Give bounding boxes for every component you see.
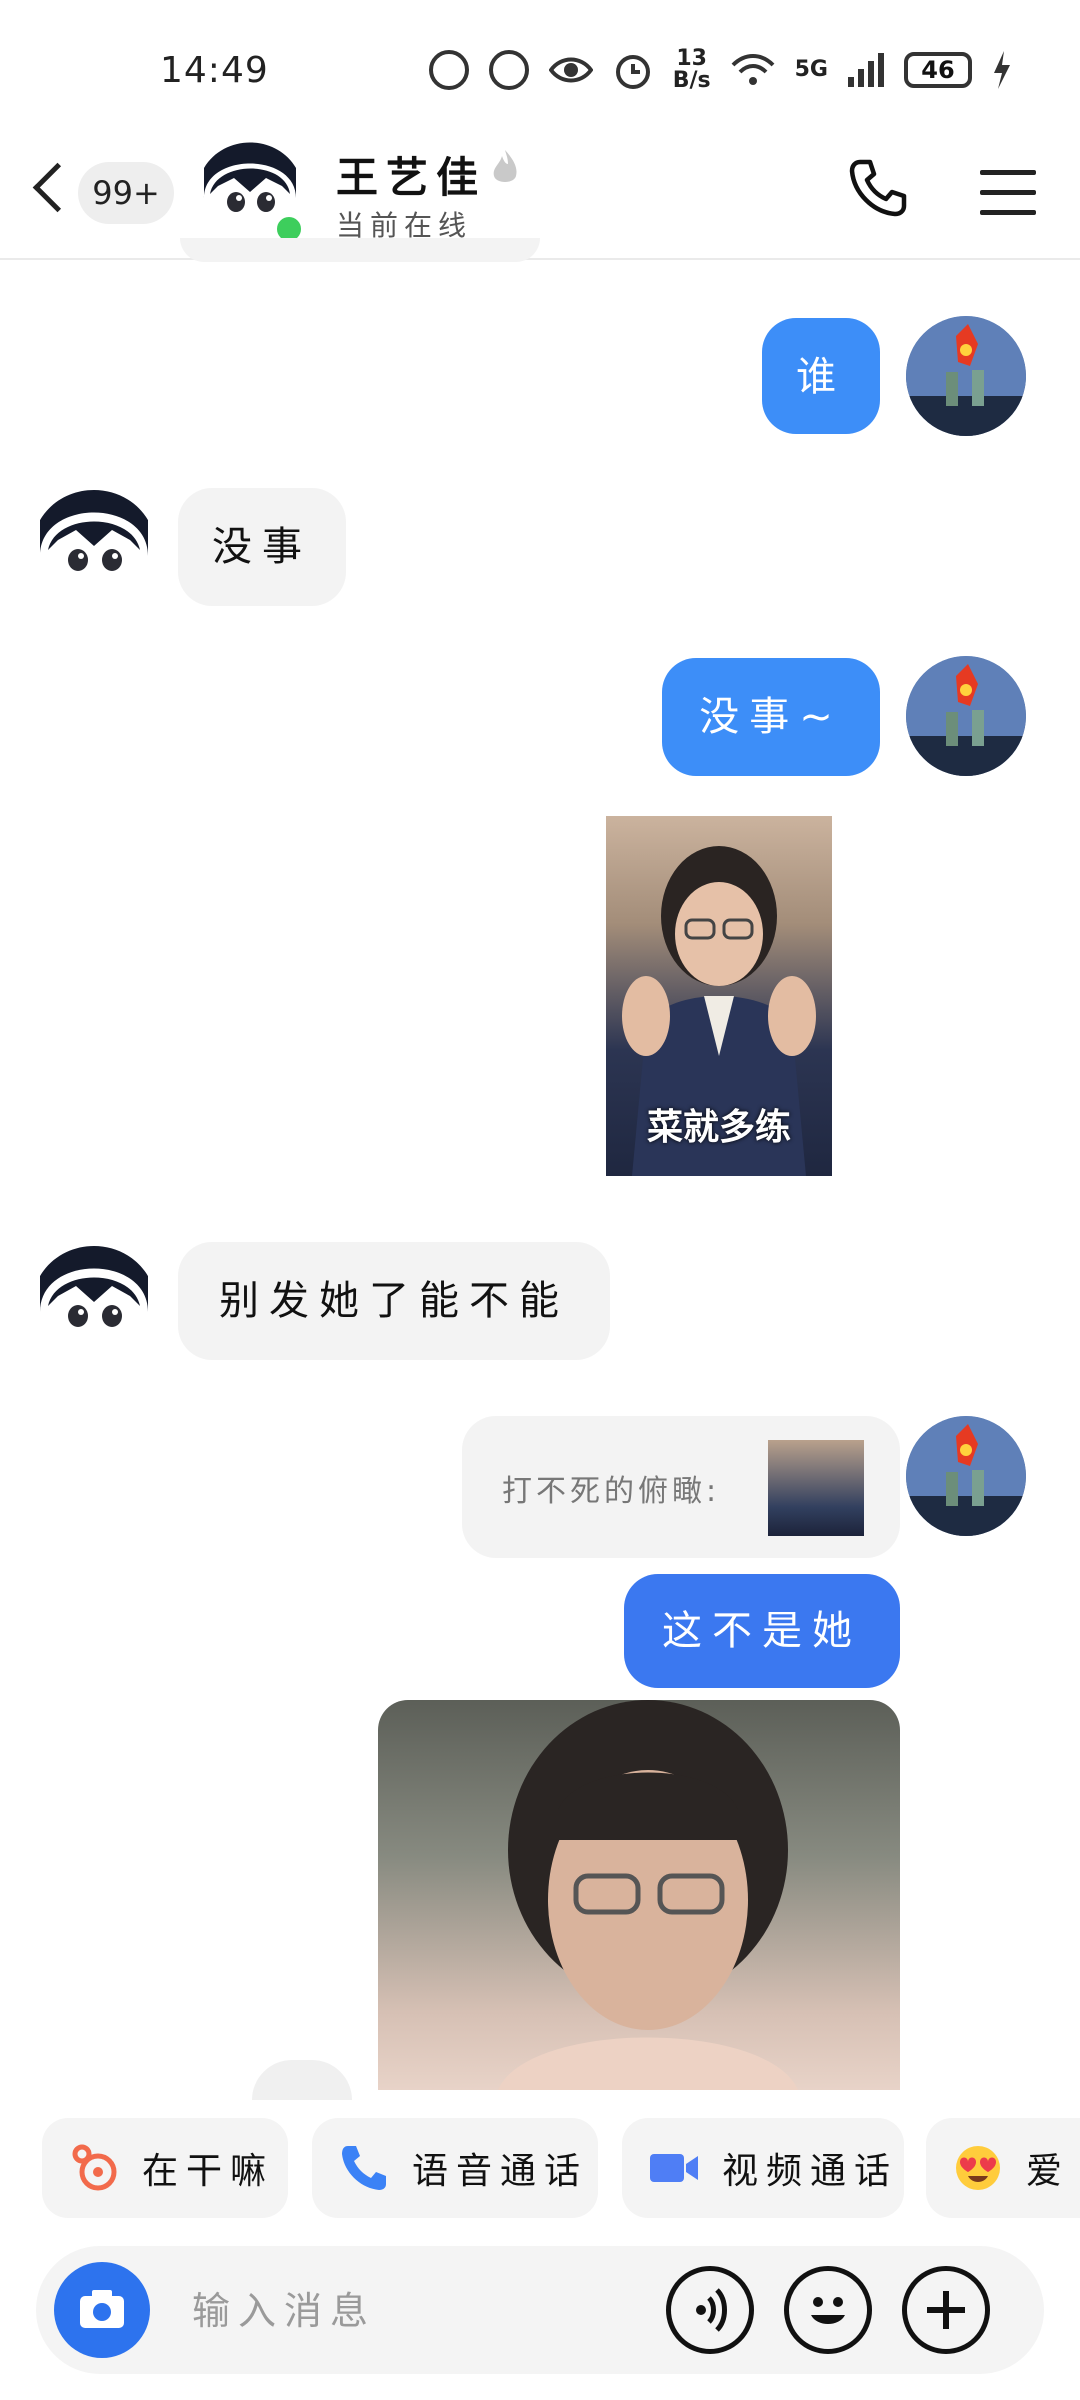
message-bubble-incoming[interactable]: 没事 [178, 488, 346, 606]
video-person-illustration [498, 1700, 798, 2090]
scroll-to-bottom-hint[interactable] [252, 2060, 352, 2100]
contact-name[interactable]: 王艺佳 [336, 144, 486, 205]
message-input-bar [36, 2246, 1044, 2374]
quick-action-label: 爱 [1026, 2151, 1071, 2192]
quick-action-video-call[interactable]: 视频通话 [622, 2118, 904, 2218]
message-bubble-outgoing[interactable]: 这不是她 [624, 1574, 900, 1688]
signal-icon [848, 53, 884, 87]
battery-indicator: 46 [904, 52, 972, 88]
net-speed: 13 B/s [672, 46, 711, 93]
unread-badge[interactable]: 99+ [78, 162, 174, 224]
more-options-button[interactable] [902, 2266, 990, 2354]
previous-message-bubble [180, 238, 540, 262]
quoted-message-bubble[interactable]: 打不死的俯瞰: [462, 1416, 900, 1558]
sticker-caption: 菜就多练 [646, 1107, 791, 1148]
phone-icon [342, 2146, 386, 2190]
fire-streak-icon [493, 150, 517, 182]
my-avatar[interactable] [906, 316, 1026, 436]
quick-action-voice-call[interactable]: 语音通话 [312, 2118, 598, 2218]
charging-icon [994, 51, 1010, 89]
network-type: 5G [794, 57, 828, 82]
sticker-image[interactable]: 菜就多练 [606, 816, 832, 1176]
speed-icon [488, 50, 529, 90]
alarm-icon [615, 55, 650, 89]
message-bubble-outgoing[interactable]: 谁 [762, 318, 880, 434]
quote-thumbnail [768, 1440, 864, 1536]
voice-input-button[interactable] [666, 2266, 754, 2354]
chat-header: 99+ 王艺佳 当前在线 [0, 130, 1080, 260]
video-message[interactable] [378, 1700, 900, 2090]
message-bubble-outgoing[interactable]: 没事~ [662, 658, 880, 776]
quick-action-label: 语音通话 [412, 2151, 589, 2192]
smiley-icon [811, 2297, 845, 2324]
menu-icon[interactable] [980, 170, 1036, 216]
status-time: 14:49 [160, 50, 269, 91]
my-avatar[interactable] [906, 656, 1026, 776]
hd-icon [428, 50, 469, 90]
voice-wave-icon [696, 2288, 727, 2332]
quick-action-label: 在干嘛 [142, 2151, 275, 2192]
eye-icon [548, 57, 593, 83]
wifi-icon [731, 54, 775, 85]
video-camera-icon [650, 2154, 698, 2182]
phone-call-icon[interactable] [846, 156, 910, 220]
poke-icon [72, 2144, 117, 2191]
camera-icon [80, 2290, 124, 2328]
contact-avatar-message[interactable] [34, 486, 154, 606]
quick-actions-bar: 在干嘛 语音通话 视频通话 爱 [0, 2110, 1080, 2220]
my-avatar[interactable] [906, 1416, 1026, 1536]
heart-eyes-emoji-icon [956, 2146, 1000, 2190]
quick-action-poke[interactable]: 在干嘛 [42, 2118, 288, 2218]
plus-icon [927, 2291, 965, 2329]
message-bubble-incoming[interactable]: 别发她了能不能 [178, 1242, 610, 1360]
message-input[interactable] [190, 2270, 694, 2352]
quick-action-label: 视频通话 [722, 2151, 899, 2192]
quote-text: 打不死的俯瞰: [502, 1474, 721, 1509]
emoji-button[interactable] [784, 2266, 872, 2354]
quick-action-love[interactable]: 爱 [926, 2118, 1080, 2218]
contact-avatar-message[interactable] [34, 1242, 154, 1362]
camera-button[interactable] [54, 2262, 150, 2358]
back-arrow-icon[interactable] [32, 162, 83, 213]
status-icons: 13 B/s 5G 46 [428, 46, 1012, 93]
